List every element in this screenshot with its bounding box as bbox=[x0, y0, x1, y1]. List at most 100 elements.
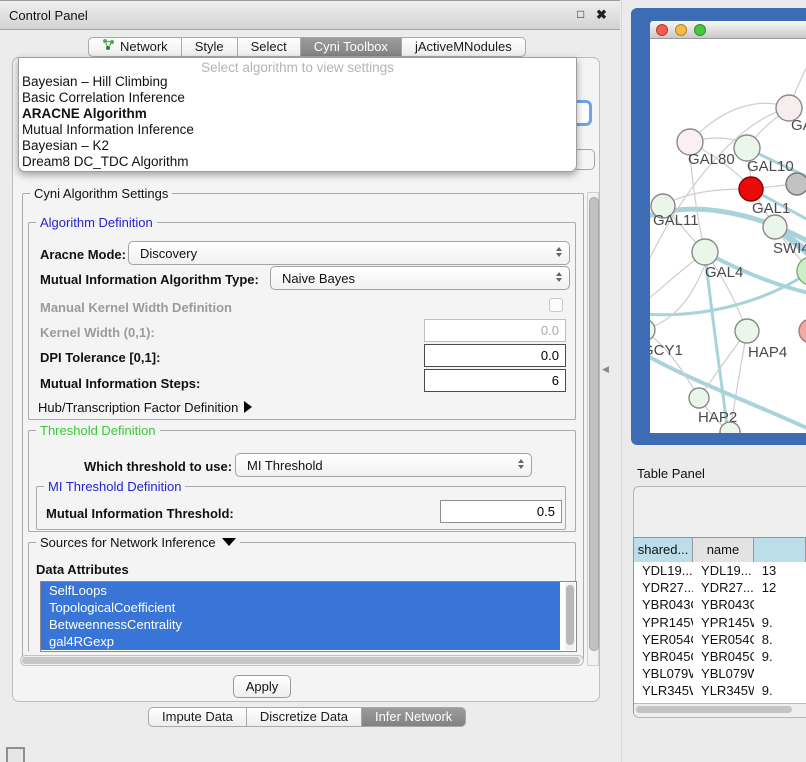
settings-vertical-scrollbar-thumb[interactable] bbox=[589, 197, 599, 651]
bottom-tab-discretize-data[interactable]: Discretize Data bbox=[247, 707, 362, 727]
bottom-tab-label: Infer Network bbox=[375, 707, 452, 727]
minimized-panel-icon[interactable] bbox=[6, 747, 25, 762]
network-edge[interactable] bbox=[650, 330, 699, 398]
tab-label: Select bbox=[251, 37, 287, 57]
table-row[interactable]: YPR145WYPR145W9. bbox=[634, 614, 806, 631]
tab-network[interactable]: Network bbox=[88, 37, 182, 57]
float-window-icon[interactable]: □ bbox=[577, 7, 584, 21]
table-horizontal-scrollbar-thumb[interactable] bbox=[636, 706, 792, 713]
manual-kernel-width-checkbox[interactable] bbox=[549, 298, 563, 312]
table-row[interactable]: YBR045CYBR045C9. bbox=[634, 648, 806, 665]
hub-factor-expander-label: Hub/Transcription Factor Definition bbox=[38, 400, 238, 415]
kernel-width-input[interactable]: 0.0 bbox=[424, 319, 566, 342]
attribute-item-selfloops[interactable]: SelfLoops bbox=[41, 582, 560, 599]
tab-label: jActiveMNodules bbox=[415, 37, 512, 57]
apply-button[interactable]: Apply bbox=[233, 675, 291, 698]
tab-label: Style bbox=[195, 37, 224, 57]
table-row[interactable]: YER054CYER054C8. bbox=[634, 631, 806, 648]
attribute-item-topologicalcoefficient[interactable]: TopologicalCoefficient bbox=[41, 599, 560, 616]
node-table[interactable]: shared...name YDL19...YDL19...13YDR27...… bbox=[633, 537, 806, 713]
traffic-close-icon[interactable] bbox=[656, 24, 668, 36]
splitter-collapse-icon[interactable]: ◀ bbox=[602, 364, 609, 375]
network-node-hap2[interactable] bbox=[689, 388, 709, 408]
attribute-item-gal4rgexp[interactable]: gal4RGexp bbox=[41, 633, 560, 650]
table-row[interactable]: YBR043CYBR043C bbox=[634, 596, 806, 613]
panel-splitter[interactable] bbox=[621, 0, 622, 762]
settings-vertical-scrollbar[interactable] bbox=[587, 192, 599, 666]
network-view-canvas[interactable]: GALGAL80GAL10GAL1SWI4GAL11GAL4GCY1HAP4YH… bbox=[650, 39, 806, 433]
attributes-vertical-scrollbar[interactable] bbox=[565, 583, 575, 650]
algorithm-option-mutual-information-inference[interactable]: Mutual Information Inference bbox=[22, 122, 573, 138]
table-row[interactable]: YBL079WYBL079W bbox=[634, 665, 806, 682]
algorithm-option-bayesian-hill-climbing[interactable]: Bayesian – Hill Climbing bbox=[22, 74, 573, 90]
table-cell: YER054C bbox=[693, 631, 754, 648]
which-threshold-select[interactable]: MI Threshold bbox=[235, 453, 532, 477]
algorithm-dropdown-items: Bayesian – Hill ClimbingBasic Correlatio… bbox=[22, 74, 573, 170]
network-node[interactable] bbox=[797, 257, 806, 285]
hub-factor-expander[interactable]: Hub/Transcription Factor Definition bbox=[38, 400, 252, 415]
network-edge[interactable] bbox=[690, 155, 705, 252]
table-row[interactable]: YDR27...YDR27...12 bbox=[634, 579, 806, 596]
table-row[interactable]: YDL19...YDL19...13 bbox=[634, 562, 806, 579]
network-icon bbox=[102, 37, 115, 57]
traffic-minimize-icon[interactable] bbox=[675, 24, 687, 36]
network-node-hap4[interactable] bbox=[735, 319, 759, 343]
mi-algorithm-type-select[interactable]: Naive Bayes bbox=[270, 266, 570, 290]
algorithm-option-basic-correlation-inference[interactable]: Basic Correlation Inference bbox=[22, 90, 573, 106]
tab-cyni-toolbox[interactable]: Cyni Toolbox bbox=[301, 37, 402, 57]
control-panel-tabs: Network Style Select Cyni Toolbox jActiveMNo… bbox=[88, 37, 526, 57]
network-node-swi4[interactable] bbox=[763, 215, 787, 239]
traffic-zoom-icon[interactable] bbox=[694, 24, 706, 36]
algorithm-option-dream8-dc-tdc-algorithm[interactable]: Dream8 DC_TDC Algorithm bbox=[22, 154, 573, 170]
table-header-row: shared...name bbox=[634, 538, 806, 562]
table-panel-title: Table Panel bbox=[637, 466, 705, 481]
mi-algorithm-type-label: Mutual Information Algorithm Type: bbox=[40, 272, 259, 287]
sources-title: Sources for Network Inference bbox=[40, 535, 216, 550]
table-cell bbox=[754, 665, 806, 682]
table-rows: YDL19...YDL19...13YDR27...YDR27...12YBR0… bbox=[634, 562, 806, 713]
table-cell: 13 bbox=[754, 562, 806, 579]
algorithm-option-bayesian-k2[interactable]: Bayesian – K2 bbox=[22, 138, 573, 154]
column-header-2[interactable] bbox=[754, 538, 806, 562]
algorithm-option-aracne-algorithm[interactable]: ARACNE Algorithm bbox=[22, 106, 573, 122]
table-horizontal-scrollbar[interactable] bbox=[634, 703, 806, 714]
network-graph[interactable]: GALGAL80GAL10GAL1SWI4GAL11GAL4GCY1HAP4YH… bbox=[650, 39, 806, 433]
close-panel-icon[interactable]: ✖ bbox=[596, 7, 607, 23]
data-attributes-items: SelfLoopsTopologicalCoefficientBetweenne… bbox=[41, 582, 576, 650]
network-edge[interactable] bbox=[663, 189, 751, 206]
column-header-name[interactable]: name bbox=[693, 538, 754, 562]
bottom-tab-impute-data[interactable]: Impute Data bbox=[148, 707, 247, 727]
network-node-y[interactable] bbox=[799, 319, 806, 343]
algorithm-dropdown-popup: Select algorithm to view settings Bayesi… bbox=[18, 57, 577, 172]
attribute-item-betweennesscentrality[interactable]: BetweennessCentrality bbox=[41, 616, 560, 633]
control-panel-titlebar: Control Panel □ ✖ bbox=[0, 0, 620, 30]
table-row[interactable]: YLR345WYLR345W9. bbox=[634, 682, 806, 699]
kernel-width-label: Kernel Width (0,1): bbox=[40, 325, 155, 340]
node-label-gcy1: GCY1 bbox=[650, 342, 683, 359]
tab-select[interactable]: Select bbox=[238, 37, 301, 57]
column-header-shared[interactable]: shared... bbox=[634, 538, 693, 562]
network-node[interactable] bbox=[786, 173, 806, 195]
mi-steps-input[interactable]: 6 bbox=[424, 369, 566, 392]
table-cell: YLR345W bbox=[693, 682, 754, 699]
table-cell: 9. bbox=[754, 682, 806, 699]
right-panel: GALGAL80GAL10GAL1SWI4GAL11GAL4GCY1HAP4YH… bbox=[620, 0, 806, 762]
network-window-titlebar[interactable] bbox=[650, 21, 806, 39]
settings-horizontal-scrollbar-thumb[interactable] bbox=[22, 657, 580, 664]
network-edge[interactable] bbox=[650, 108, 789, 279]
sources-expander[interactable]: Sources for Network Inference bbox=[36, 536, 240, 549]
tab-jactivemnodules[interactable]: jActiveMNodules bbox=[402, 37, 526, 57]
network-edge[interactable] bbox=[690, 103, 789, 142]
data-attributes-list[interactable]: SelfLoopsTopologicalCoefficientBetweenne… bbox=[40, 581, 577, 652]
network-node-gal4[interactable] bbox=[692, 239, 718, 265]
dpi-tolerance-input[interactable]: 0.0 bbox=[424, 344, 566, 367]
aracne-mode-select[interactable]: Discovery bbox=[128, 241, 570, 265]
data-attributes-label: Data Attributes bbox=[36, 562, 129, 577]
bottom-tab-infer-network[interactable]: Infer Network bbox=[362, 707, 466, 727]
attributes-vertical-scrollbar-thumb[interactable] bbox=[566, 585, 574, 645]
settings-horizontal-scrollbar[interactable] bbox=[20, 655, 584, 666]
node-label-swi4: SWI4 bbox=[773, 240, 806, 257]
tab-style[interactable]: Style bbox=[182, 37, 238, 57]
network-node-gal1[interactable] bbox=[739, 177, 763, 201]
mi-threshold-input[interactable]: 0.5 bbox=[440, 500, 562, 523]
